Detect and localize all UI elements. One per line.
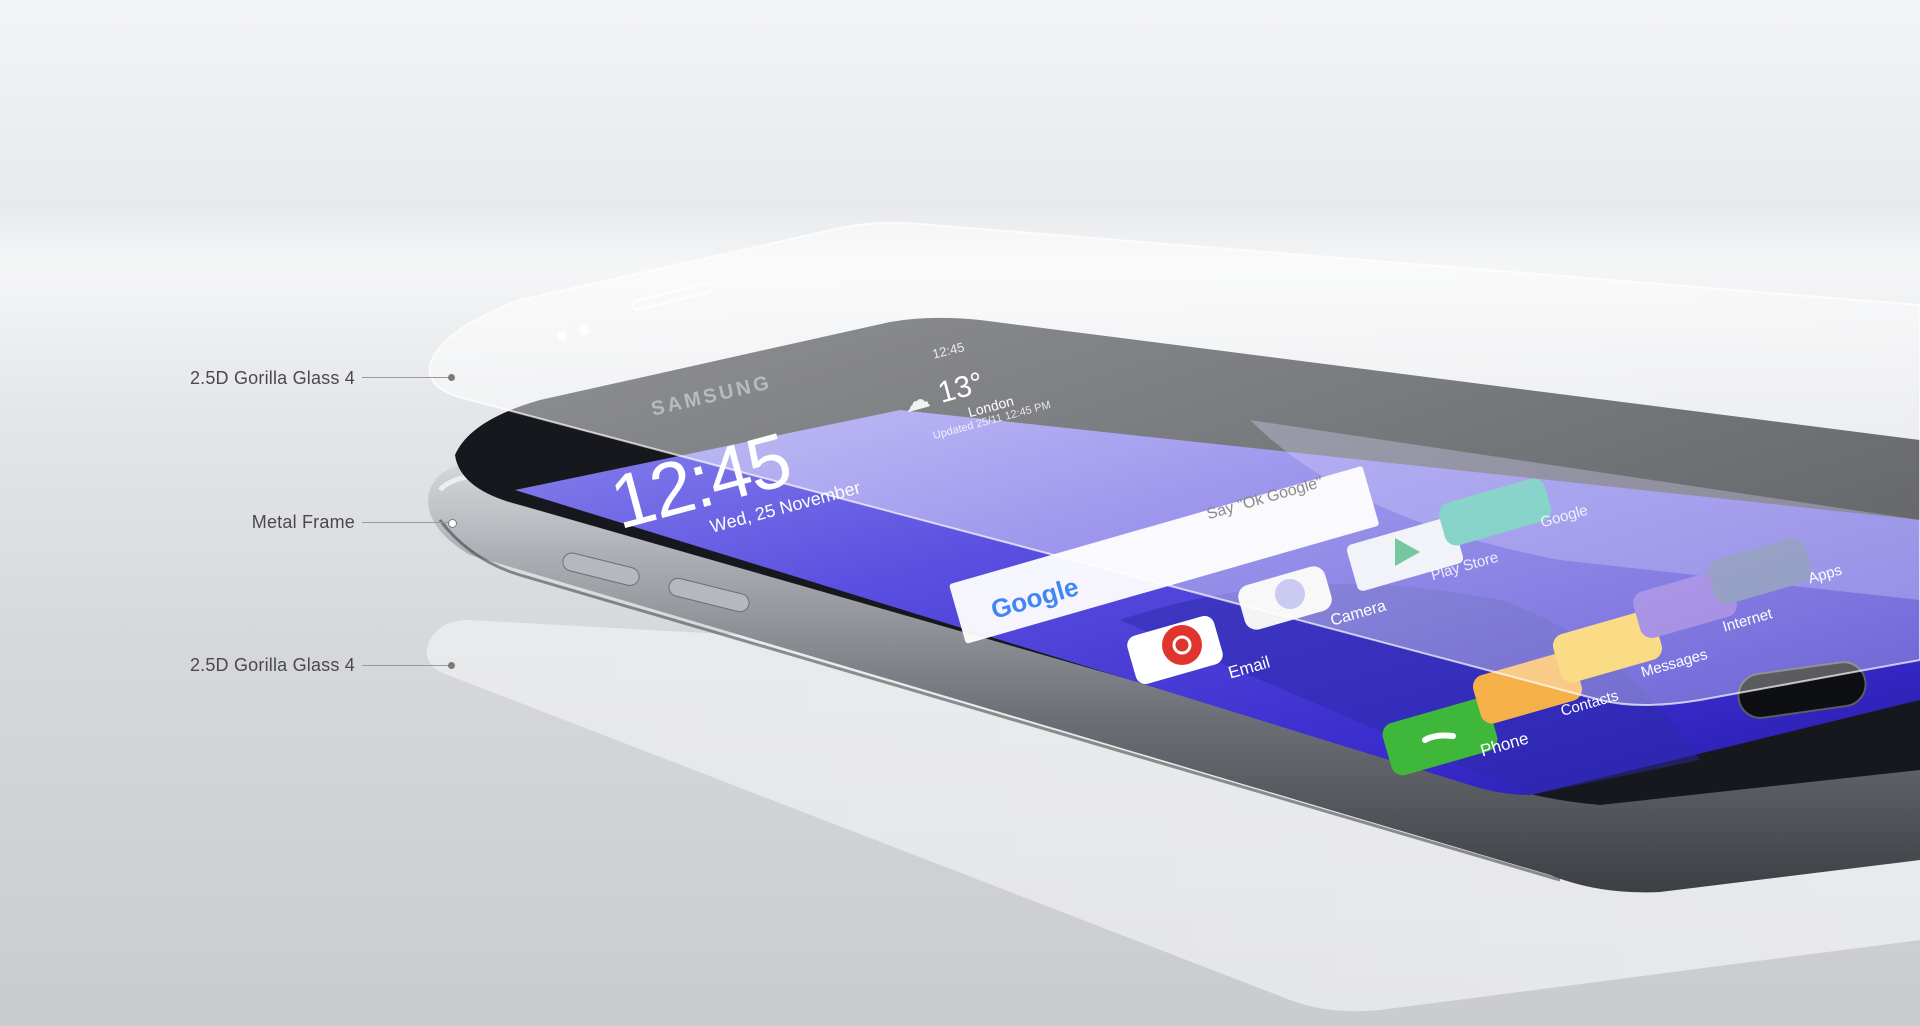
callout-frame-dot bbox=[448, 519, 457, 528]
callout-bottom-glass-label: 2.5D Gorilla Glass 4 bbox=[189, 655, 355, 675]
callout-frame-label: Metal Frame bbox=[251, 512, 355, 532]
callout-top-glass-line bbox=[362, 377, 450, 378]
callout-bottom-glass-line bbox=[362, 665, 450, 666]
callout-top-glass-dot bbox=[448, 374, 455, 381]
callout-bottom-glass-dot bbox=[448, 662, 455, 669]
callout-top-glass-label: 2.5D Gorilla Glass 4 bbox=[189, 368, 355, 388]
callout-frame-line bbox=[362, 522, 450, 523]
front-sensor-left bbox=[557, 331, 567, 341]
product-stage: SAMSUNG 12:45 12:45 Wed, 25 November ☁ 1… bbox=[0, 0, 1920, 1026]
front-sensor-right bbox=[579, 325, 589, 335]
